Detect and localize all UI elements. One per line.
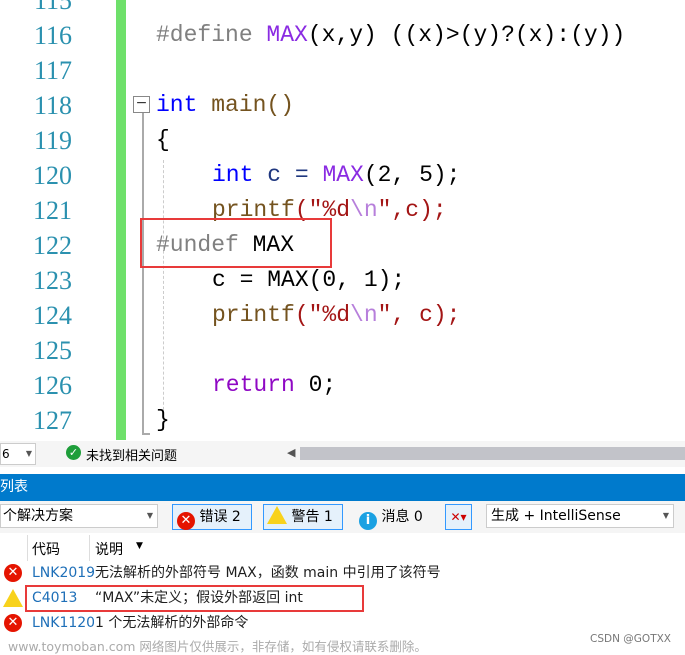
warnings-filter-button[interactable]: 警告 1 (263, 504, 343, 530)
code-line-127: } (156, 407, 170, 433)
line-number: 127 (33, 406, 72, 435)
code-line-120: int c = MAX(2, 5); (212, 162, 461, 188)
filter-icon[interactable]: ✕▾ (445, 504, 472, 530)
error-list-title-bar: 列表 (0, 474, 685, 501)
issues-status[interactable]: 未找到相关问题 (86, 445, 177, 464)
error-description: 无法解析的外部符号 MAX，函数 main 中引用了该符号 (95, 565, 441, 581)
error-row[interactable]: ✕ LNK2019 无法解析的外部符号 MAX，函数 main 中引用了该符号 (0, 561, 685, 585)
line-number: 117 (33, 56, 72, 85)
errors-filter-button[interactable]: ✕ 错误 2 (172, 504, 252, 530)
source-dropdown[interactable]: 生成 + IntelliSense ▼ (486, 504, 674, 528)
error-code-link[interactable]: LNK2019 (32, 561, 94, 585)
line-number: 115 (33, 0, 72, 15)
info-icon: i (359, 512, 377, 530)
line-number: 124 (33, 301, 72, 330)
chevron-down-icon: ▼ (146, 511, 153, 520)
code-line-119: { (156, 127, 170, 153)
line-number: 121 (33, 196, 72, 225)
horizontal-scrollbar[interactable] (300, 447, 685, 460)
code-line-118: int main() (156, 92, 295, 118)
line-number: 125 (33, 336, 72, 365)
error-list-header: 代码 说明 ▼ (0, 535, 685, 561)
scope-dropdown[interactable]: 个解决方案 ▼ (0, 504, 158, 528)
line-number: 119 (33, 126, 72, 155)
fold-line (142, 113, 144, 435)
credit: CSDN @GOTXX (590, 633, 671, 645)
messages-filter-button[interactable]: i 消息 0 (355, 504, 435, 530)
change-indicator-bar (116, 0, 126, 440)
code-line-124: printf("%d\n", c); (212, 302, 461, 328)
error-description: 1 个无法解析的外部命令 (95, 615, 249, 631)
highlight-box-warning (25, 585, 364, 612)
code-editor[interactable]: 115 116 117 118 119 120 121 122 123 124 125 126 127 … (0, 0, 685, 440)
code-line-126: return 0; (212, 372, 337, 398)
chevron-down-icon: ▼ (25, 449, 32, 458)
watermark: www.toymoban.com 网络图片仅供展示，非存储，如有侵权请联系删除。 (8, 639, 427, 654)
indent-guide (163, 160, 164, 430)
warning-icon (3, 589, 23, 607)
error-list-toolbar: 个解决方案 ▼ ✕ 错误 2 警告 1 i 消息 0 ✕▾ 生成 + Intell… (0, 501, 685, 533)
line-number: 116 (33, 21, 72, 50)
sort-down-icon[interactable]: ▼ (136, 541, 143, 551)
error-code-link[interactable]: LNK1120 (32, 611, 94, 635)
line-number: 118 (33, 91, 72, 120)
collapse-icon[interactable]: − (133, 96, 150, 113)
highlight-box-undef (140, 218, 332, 268)
line-number: 120 (33, 161, 72, 190)
error-icon: ✕ (4, 614, 22, 632)
editor-status-bar: 6 ▼ ✓ 未找到相关问题 ◀ (0, 441, 685, 467)
line-number: 126 (33, 371, 72, 400)
code-line-116: #define MAX(x,y) ((x)>(y)?(x):(y)) (156, 22, 626, 48)
warning-icon (267, 506, 287, 524)
error-icon: ✕ (177, 512, 195, 530)
line-number: 123 (33, 266, 72, 295)
line-number: 122 (33, 231, 72, 260)
error-icon: ✕ (4, 564, 22, 582)
scroll-left-icon[interactable]: ◀ (287, 446, 295, 459)
fold-line-end (142, 433, 150, 435)
column-description[interactable]: 说明 (95, 539, 123, 559)
error-row[interactable]: ✕ LNK1120 1 个无法解析的外部命令 (0, 611, 685, 635)
chevron-down-icon: ▼ (662, 511, 669, 520)
zoom-dropdown[interactable]: 6 ▼ (0, 443, 36, 465)
check-icon: ✓ (66, 445, 81, 460)
code-line-123: c = MAX(0, 1); (212, 267, 406, 293)
column-code[interactable]: 代码 (32, 539, 60, 559)
